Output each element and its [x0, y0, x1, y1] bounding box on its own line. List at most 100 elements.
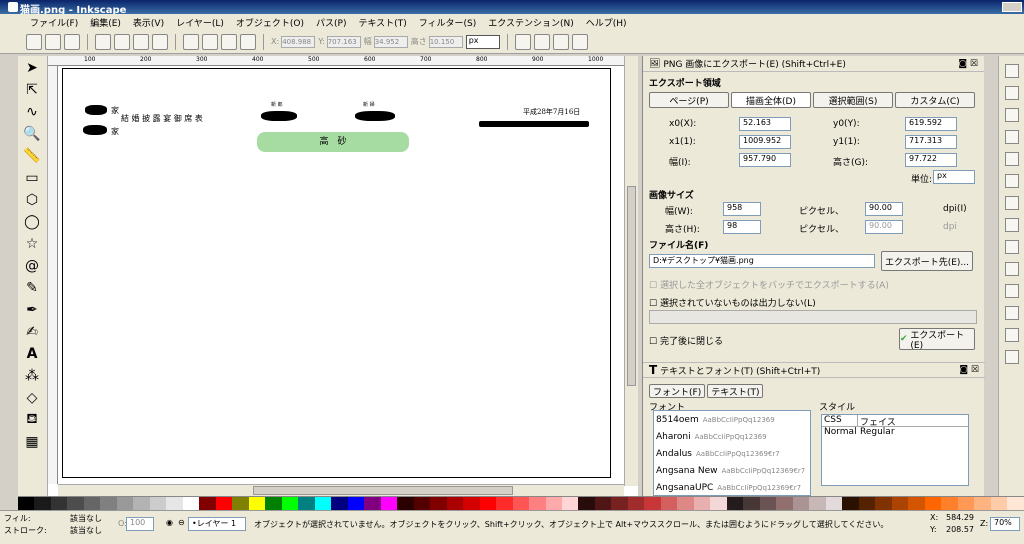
ellipse-tool-icon[interactable]: ◯ [22, 213, 42, 231]
lower-bottom-icon[interactable] [240, 33, 256, 50]
palette-swatch[interactable] [479, 497, 497, 511]
paste-icon[interactable] [1005, 284, 1019, 298]
document-page[interactable]: 家 家 結 婚 披 露 宴 御 席 表 新 郎 新 婦 平成28年7月16日 高… [62, 68, 611, 478]
open-icon[interactable] [45, 33, 61, 50]
copy-icon[interactable] [1005, 240, 1019, 254]
palette-swatch[interactable] [611, 497, 628, 511]
palette-swatch[interactable] [759, 497, 777, 511]
palette-swatch[interactable] [380, 497, 398, 511]
cut-icon[interactable] [1005, 262, 1019, 276]
lock-icon[interactable]: ⊖ [178, 518, 185, 527]
flip-h-icon[interactable] [133, 33, 149, 50]
palette-swatch[interactable] [1007, 497, 1024, 511]
close-when-done-checkbox[interactable]: ☐ 完了後に閉じる [649, 334, 723, 347]
palette-swatch[interactable] [281, 497, 299, 511]
undo-icon[interactable] [1005, 196, 1019, 210]
open-folder-icon[interactable] [1005, 86, 1019, 100]
palette-swatch[interactable] [166, 497, 183, 511]
duplicate-icon[interactable] [1005, 350, 1019, 364]
lower-icon[interactable] [221, 33, 237, 50]
calligraphy-tool-icon[interactable]: ✍ [22, 323, 42, 341]
flip-v-icon[interactable] [152, 33, 168, 50]
palette-swatch[interactable] [182, 497, 200, 511]
font-list-item[interactable]: 8514oem AaBbCcIiPpQq12369 [654, 411, 810, 428]
tweak-tool-icon[interactable]: ∿ [22, 103, 42, 121]
palette-swatch[interactable] [215, 497, 233, 511]
node-tool-icon[interactable]: ⇱ [22, 81, 42, 99]
palette-swatch[interactable] [792, 497, 810, 511]
raise-icon[interactable] [202, 33, 218, 50]
font-list-item[interactable]: Andalus AaBbCcIiPpQq12369€r7 [654, 445, 810, 462]
palette-swatch[interactable] [413, 497, 431, 511]
font-list[interactable]: 8514oem AaBbCcIiPpQq12369 Aharoni AaBbCcIiP… [653, 410, 811, 496]
area-selection-button[interactable]: 選択範囲(S) [813, 92, 893, 108]
menu-item-6[interactable]: テキスト(T) [352, 16, 412, 29]
palette-swatch[interactable] [265, 497, 282, 511]
style-face-value[interactable]: Regular [858, 427, 895, 439]
x0-field[interactable]: 52.163 [739, 117, 791, 131]
palette-swatch[interactable] [18, 497, 35, 511]
spray-tool-icon[interactable]: ⁂ [22, 367, 42, 385]
palette-swatch[interactable] [545, 497, 562, 511]
x-input[interactable] [281, 35, 316, 48]
palette-swatch[interactable] [974, 497, 991, 511]
palette-swatch[interactable] [100, 497, 117, 511]
palette-swatch[interactable] [397, 497, 414, 511]
palette-swatch[interactable] [430, 497, 447, 511]
palette-swatch[interactable] [726, 497, 744, 511]
palette-swatch[interactable] [314, 497, 332, 511]
layer-select[interactable]: •レイヤー 1 [188, 517, 246, 531]
palette-swatch[interactable] [248, 497, 266, 511]
palette-swatch[interactable] [199, 497, 216, 511]
palette-swatch[interactable] [842, 497, 859, 511]
img-width-field[interactable]: 958 [723, 202, 761, 216]
export-button[interactable]: ✔ エクスポート(E) [899, 328, 975, 351]
font-list-item[interactable]: Angsana New AaBbCcIiPpQq12369€r7 [654, 462, 810, 479]
palette-swatch[interactable] [776, 497, 793, 511]
color-palette[interactable] [18, 496, 1024, 511]
style-col-face[interactable]: フェイス [858, 415, 896, 428]
y-input[interactable] [326, 35, 361, 48]
palette-swatch[interactable] [743, 497, 760, 511]
menu-item-0[interactable]: ファイル(F) [24, 16, 84, 29]
font-list-item[interactable]: AngsanaUPC AaBbCcIiPpQq12369€r7 [654, 479, 810, 495]
palette-swatch[interactable] [941, 497, 958, 511]
menu-item-1[interactable]: 編集(E) [84, 16, 127, 29]
menu-item-9[interactable]: ヘルプ(H) [580, 16, 633, 29]
panel-close-icon-2[interactable]: ◙ ☒ [959, 365, 979, 375]
zoom-field[interactable]: 70% [990, 517, 1020, 531]
img-height-field[interactable]: 98 [723, 220, 761, 234]
opacity-field[interactable]: 100 [126, 517, 154, 531]
save-icon[interactable] [1005, 108, 1019, 122]
eye-icon[interactable]: ◉ [166, 518, 173, 527]
palette-swatch[interactable] [660, 497, 678, 511]
palette-swatch[interactable] [710, 497, 727, 511]
rect-tool-icon[interactable]: ▭ [22, 169, 42, 187]
tab-font[interactable]: フォント(F) [649, 384, 706, 398]
vertical-scrollbar[interactable] [624, 56, 638, 486]
palette-swatch[interactable] [578, 497, 595, 511]
style-list[interactable]: CSS フェイス Normal Regular [821, 414, 969, 486]
y0-field[interactable]: 619.592 [905, 117, 957, 131]
palette-swatch[interactable] [693, 497, 711, 511]
pencil-tool-icon[interactable]: ✎ [22, 279, 42, 297]
palette-swatch[interactable] [677, 497, 694, 511]
palette-swatch[interactable] [298, 497, 315, 511]
menu-item-7[interactable]: フィルター(S) [413, 16, 483, 29]
3dbox-tool-icon[interactable]: ⬡ [22, 191, 42, 209]
palette-swatch[interactable] [594, 497, 612, 511]
palette-swatch[interactable] [67, 497, 84, 511]
palette-swatch[interactable] [627, 497, 645, 511]
palette-swatch[interactable] [512, 497, 530, 511]
palette-swatch[interactable] [331, 497, 348, 511]
import-icon[interactable] [1005, 152, 1019, 166]
palette-swatch[interactable] [561, 497, 579, 511]
palette-swatch[interactable] [809, 497, 826, 511]
height-field[interactable]: 97.722 [905, 153, 957, 167]
window-control-buttons[interactable] [1002, 2, 1022, 12]
palette-swatch[interactable] [496, 497, 513, 511]
area-drawing-button[interactable]: 描画全体(D) [731, 92, 811, 108]
menu-item-8[interactable]: エクステンション(N) [482, 16, 580, 29]
star-tool-icon[interactable]: ☆ [22, 235, 42, 253]
palette-swatch[interactable] [908, 497, 925, 511]
